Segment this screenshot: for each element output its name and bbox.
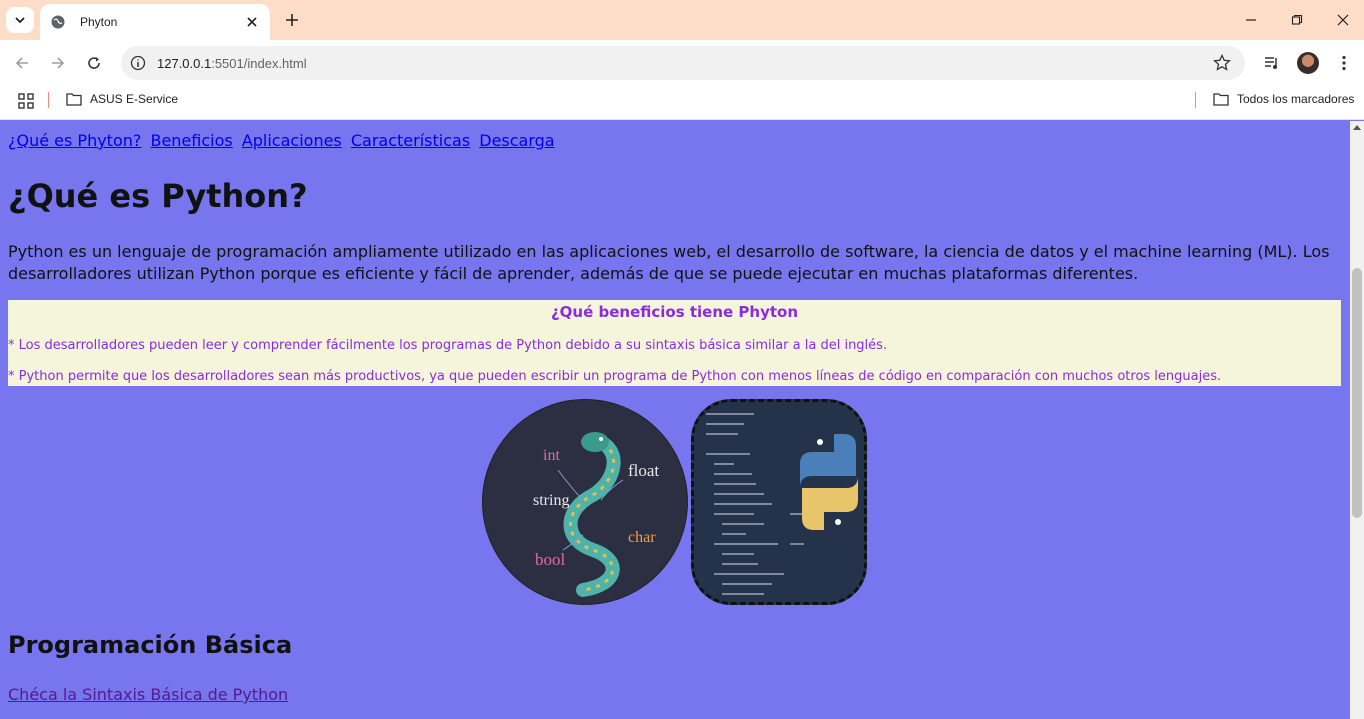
python-snake-image: int float string char bool xyxy=(482,399,688,605)
nav-link-descarga[interactable]: Descarga xyxy=(479,131,554,150)
bookmark-separator xyxy=(1195,92,1196,108)
benefits-title: ¿Qué beneficios tiene Phyton xyxy=(550,303,799,321)
word-int: int xyxy=(543,447,560,464)
folder-icon xyxy=(66,93,82,106)
tab-search-button[interactable] xyxy=(6,7,34,33)
page-viewport: ¿Qué es Phyton? Beneficios Aplicaciones … xyxy=(0,121,1350,719)
arrow-left-icon xyxy=(15,57,28,69)
media-icon xyxy=(1265,57,1277,69)
scroll-thumb[interactable] xyxy=(1352,268,1362,518)
benefit-item: * Python permite que los desarrolladores… xyxy=(8,369,1222,384)
plus-icon xyxy=(286,14,298,26)
reload-icon xyxy=(88,57,100,69)
nav-link-caracteristicas[interactable]: Características xyxy=(351,131,470,150)
benefits-box: ¿Qué beneficios tiene Phyton * Los desar… xyxy=(8,300,1341,386)
new-tab-button[interactable] xyxy=(282,10,302,30)
tab-title: Phyton xyxy=(80,15,118,29)
word-char: char xyxy=(628,529,656,546)
url-text[interactable]: 127.0.0.1:5501/index.html xyxy=(157,56,307,71)
intro-paragraph: Python es un lenguaje de programación am… xyxy=(8,242,1330,283)
arrow-right-icon xyxy=(52,57,65,69)
bookmark-asus-eservice[interactable]: ASUS E-Service xyxy=(66,92,178,106)
benefit-item: * Los desarrolladores pueden leer y comp… xyxy=(8,338,888,353)
close-icon xyxy=(1337,14,1349,26)
close-tab-button[interactable] xyxy=(244,14,260,30)
all-bookmarks-folder[interactable]: Todos los marcadores xyxy=(1213,92,1354,106)
browser-toolbar: 127.0.0.1:5501/index.html xyxy=(0,40,1364,86)
restore-button[interactable] xyxy=(1287,10,1307,30)
close-window-button[interactable] xyxy=(1333,10,1353,30)
bookmark-star-icon[interactable] xyxy=(1213,54,1231,72)
syntax-link[interactable]: Chéca la Sintaxis Básica de Python xyxy=(8,685,288,704)
page-title: ¿Qué es Python? xyxy=(8,177,308,215)
more-vertical-icon xyxy=(1342,55,1346,71)
folder-icon xyxy=(1213,93,1229,106)
site-nav: ¿Qué es Phyton? Beneficios Aplicaciones … xyxy=(8,131,559,150)
forward-button[interactable] xyxy=(47,52,69,74)
close-icon xyxy=(247,17,257,27)
word-string: string xyxy=(533,492,569,509)
section-title-programacion: Programación Básica xyxy=(8,631,293,659)
nav-link-aplicaciones[interactable]: Aplicaciones xyxy=(242,131,342,150)
bookmark-label: Todos los marcadores xyxy=(1237,92,1355,106)
back-button[interactable] xyxy=(11,52,33,74)
url-host: 127.0.0.1 xyxy=(157,55,212,71)
browser-menu-button[interactable] xyxy=(1333,52,1355,74)
globe-icon xyxy=(51,15,65,29)
minimize-button[interactable] xyxy=(1241,10,1261,30)
nav-link-beneficios[interactable]: Beneficios xyxy=(150,131,232,150)
address-bar[interactable]: 127.0.0.1:5501/index.html xyxy=(121,46,1245,80)
scroll-up-arrow[interactable] xyxy=(1353,125,1361,130)
minimize-icon xyxy=(1246,19,1256,21)
profile-avatar[interactable] xyxy=(1297,52,1319,74)
reload-button[interactable] xyxy=(83,52,105,74)
browser-tab[interactable]: Phyton xyxy=(40,4,270,40)
word-bool: bool xyxy=(535,550,566,569)
media-control-button[interactable] xyxy=(1261,52,1283,74)
word-float: float xyxy=(628,461,659,480)
bookmarks-bar: ASUS E-Service Todos los marcadores xyxy=(0,86,1364,120)
chevron-down-icon xyxy=(15,17,25,24)
restore-icon xyxy=(1291,14,1303,25)
python-code-image xyxy=(691,399,867,605)
apps-grid-icon[interactable] xyxy=(18,93,34,109)
bookmark-separator xyxy=(48,92,49,108)
tab-strip: Phyton xyxy=(0,0,1364,40)
bookmark-label: ASUS E-Service xyxy=(90,92,179,106)
url-path: :5501/index.html xyxy=(211,55,307,71)
nav-link-que-es[interactable]: ¿Qué es Phyton? xyxy=(8,131,141,150)
site-info-icon[interactable] xyxy=(129,54,147,72)
page-scrollbar[interactable] xyxy=(1350,121,1364,719)
